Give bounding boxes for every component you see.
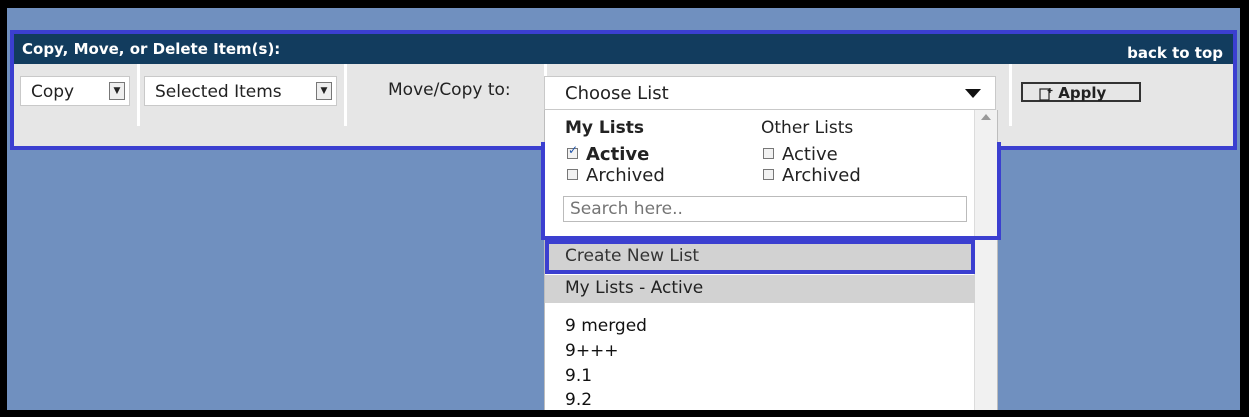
- apply-button-content: Apply: [1039, 84, 1106, 102]
- divider: [344, 64, 347, 126]
- chevron-down-icon[interactable]: ▼: [109, 82, 125, 100]
- action-select-value: Copy: [31, 82, 75, 102]
- destination-list-select[interactable]: Choose List: [544, 76, 996, 110]
- list-dropdown: My Lists Other Lists Active Archived Act…: [541, 110, 1001, 410]
- destination-select-value: Choose List: [565, 83, 669, 104]
- list-item[interactable]: 9.2: [565, 390, 592, 410]
- apply-button[interactable]: Apply: [1021, 82, 1141, 102]
- group-heading-label: My Lists - Active: [565, 278, 704, 298]
- create-new-list-option[interactable]: Create New List: [545, 240, 975, 274]
- my-lists-heading: My Lists: [565, 118, 644, 138]
- apply-label: Apply: [1058, 84, 1107, 102]
- divider: [137, 64, 140, 126]
- filter-highlight: [541, 142, 1001, 240]
- list-item[interactable]: 9 merged: [565, 316, 647, 336]
- divider: [1009, 64, 1012, 126]
- scope-select-value: Selected Items: [155, 82, 282, 102]
- page-background: Copy, Move, or Delete Item(s): back to t…: [7, 8, 1240, 410]
- move-copy-label: Move/Copy to:: [388, 80, 511, 100]
- group-heading: My Lists - Active: [545, 275, 975, 303]
- back-to-top-link[interactable]: back to top: [1127, 44, 1223, 62]
- list-item[interactable]: 9.1: [565, 366, 592, 386]
- create-new-list-label: Create New List: [565, 246, 700, 266]
- panel-header: Copy, Move, or Delete Item(s): back to t…: [14, 34, 1233, 64]
- new-document-icon: [1039, 87, 1053, 101]
- caret-down-icon: [965, 89, 981, 98]
- panel-title: Copy, Move, or Delete Item(s):: [22, 40, 281, 58]
- action-select[interactable]: Copy ▼: [20, 76, 130, 106]
- chevron-down-icon[interactable]: ▼: [316, 82, 332, 100]
- scroll-up-icon[interactable]: [981, 114, 991, 120]
- other-lists-heading: Other Lists: [761, 118, 854, 138]
- scope-select[interactable]: Selected Items ▼: [144, 76, 337, 106]
- list-item[interactable]: 9+++: [565, 341, 619, 361]
